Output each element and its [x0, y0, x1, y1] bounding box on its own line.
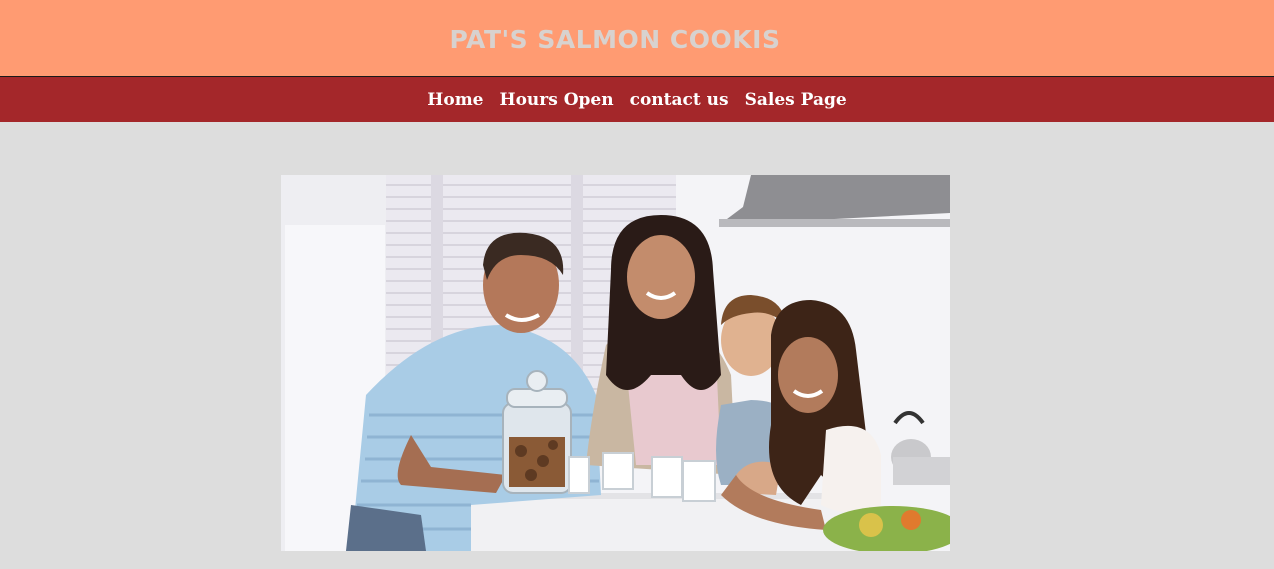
nav-link-home[interactable]: Home [427, 90, 483, 110]
nav-link-hours-open[interactable]: Hours Open [500, 90, 614, 110]
nav-link-contact-us[interactable]: contact us [630, 90, 729, 110]
hero-image [281, 175, 950, 551]
site-header: PAT'S SALMON COOKIS [0, 0, 1274, 77]
family-kitchen-photo [281, 175, 950, 551]
nav-link-sales-page[interactable]: Sales Page [745, 90, 847, 110]
main-nav: Home Hours Open contact us Sales Page [0, 77, 1274, 122]
site-title: PAT'S SALMON COOKIS [449, 24, 781, 54]
